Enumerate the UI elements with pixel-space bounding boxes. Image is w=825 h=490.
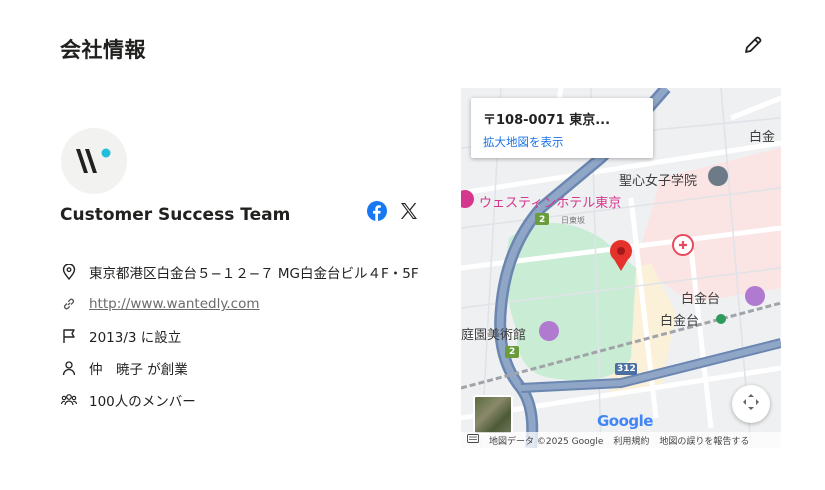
company-name: Customer Success Team xyxy=(60,205,291,225)
map-label-shirokane: 白金 xyxy=(749,130,776,145)
members-text: 100人のメンバー xyxy=(89,394,196,410)
terms-link[interactable]: 利用規約 xyxy=(613,434,649,447)
info-row-founded: 2013/3 に設立 xyxy=(60,320,419,352)
people-icon xyxy=(60,391,78,409)
location-pin-icon xyxy=(60,263,78,281)
website-link[interactable]: http://www.wantedly.com xyxy=(89,296,260,312)
map-label-shirokanedai-area: 白金台 xyxy=(681,292,721,307)
map-attribution-bar: 地図データ ©2025 Google 利用規約 地図の誤りを報告する xyxy=(461,432,781,448)
route-shield-2a: 2 xyxy=(539,215,546,225)
x-logo-icon xyxy=(400,202,418,224)
address-text: 東京都港区白金台５−１２−７ MG白金台ビル４F・5F xyxy=(89,266,419,282)
founded-text: 2013/3 に設立 xyxy=(89,330,182,346)
google-logo: Google xyxy=(597,412,653,430)
map-card-address: 〒108-0071 東京... xyxy=(483,113,611,128)
map-label-road: 日東坂 xyxy=(561,216,585,225)
view-larger-map-link[interactable]: 拡大地図を表示 xyxy=(483,134,641,150)
pencil-icon xyxy=(743,35,763,59)
page-title: 会社情報 xyxy=(60,38,146,62)
map-data-text: 地図データ ©2025 Google xyxy=(489,436,604,447)
edit-button[interactable] xyxy=(740,34,766,60)
facebook-icon xyxy=(367,201,387,225)
map-info-card: 〒108-0071 東京... 拡大地図を表示 xyxy=(471,98,653,158)
info-row-address: 東京都港区白金台５−１２−７ MG白金台ビル４F・5F xyxy=(60,256,419,288)
satellite-view-toggle[interactable] xyxy=(473,395,513,435)
fullscreen-button[interactable] xyxy=(732,385,770,423)
fullscreen-icon xyxy=(742,393,760,415)
report-error-link[interactable]: 地図の誤りを報告する xyxy=(659,434,749,447)
map-label-museum: 庭園美術館 xyxy=(461,328,527,343)
company-logo xyxy=(61,128,127,194)
info-row-founder: 仲 暁子 が創業 xyxy=(60,352,419,384)
route-shield-2b: 2 xyxy=(509,347,516,357)
route-shield-312: 312 xyxy=(617,364,636,374)
info-row-members: 100人のメンバー xyxy=(60,384,419,416)
x-twitter-link[interactable] xyxy=(398,202,420,224)
facebook-link[interactable] xyxy=(366,201,388,225)
company-info-list: 東京都港区白金台５−１２−７ MG白金台ビル４F・5F http://www.w… xyxy=(60,256,419,416)
map-label-school: 聖心女子学院 xyxy=(619,174,698,189)
person-icon xyxy=(60,359,78,377)
google-map[interactable]: ウェスティンホテル東京 聖心女子学院 庭園美術館 白金台 白金台 白金 日東坂 … xyxy=(461,88,781,448)
flag-icon xyxy=(60,327,78,345)
info-row-website: http://www.wantedly.com xyxy=(60,288,419,320)
link-icon xyxy=(60,295,78,313)
map-label-shirokanedai-station: 白金台 xyxy=(660,314,700,329)
founder-text: 仲 暁子 が創業 xyxy=(89,362,188,378)
keyboard-shortcuts-icon[interactable] xyxy=(467,434,479,446)
map-label-hotel: ウェスティンホテル東京 xyxy=(479,196,622,211)
